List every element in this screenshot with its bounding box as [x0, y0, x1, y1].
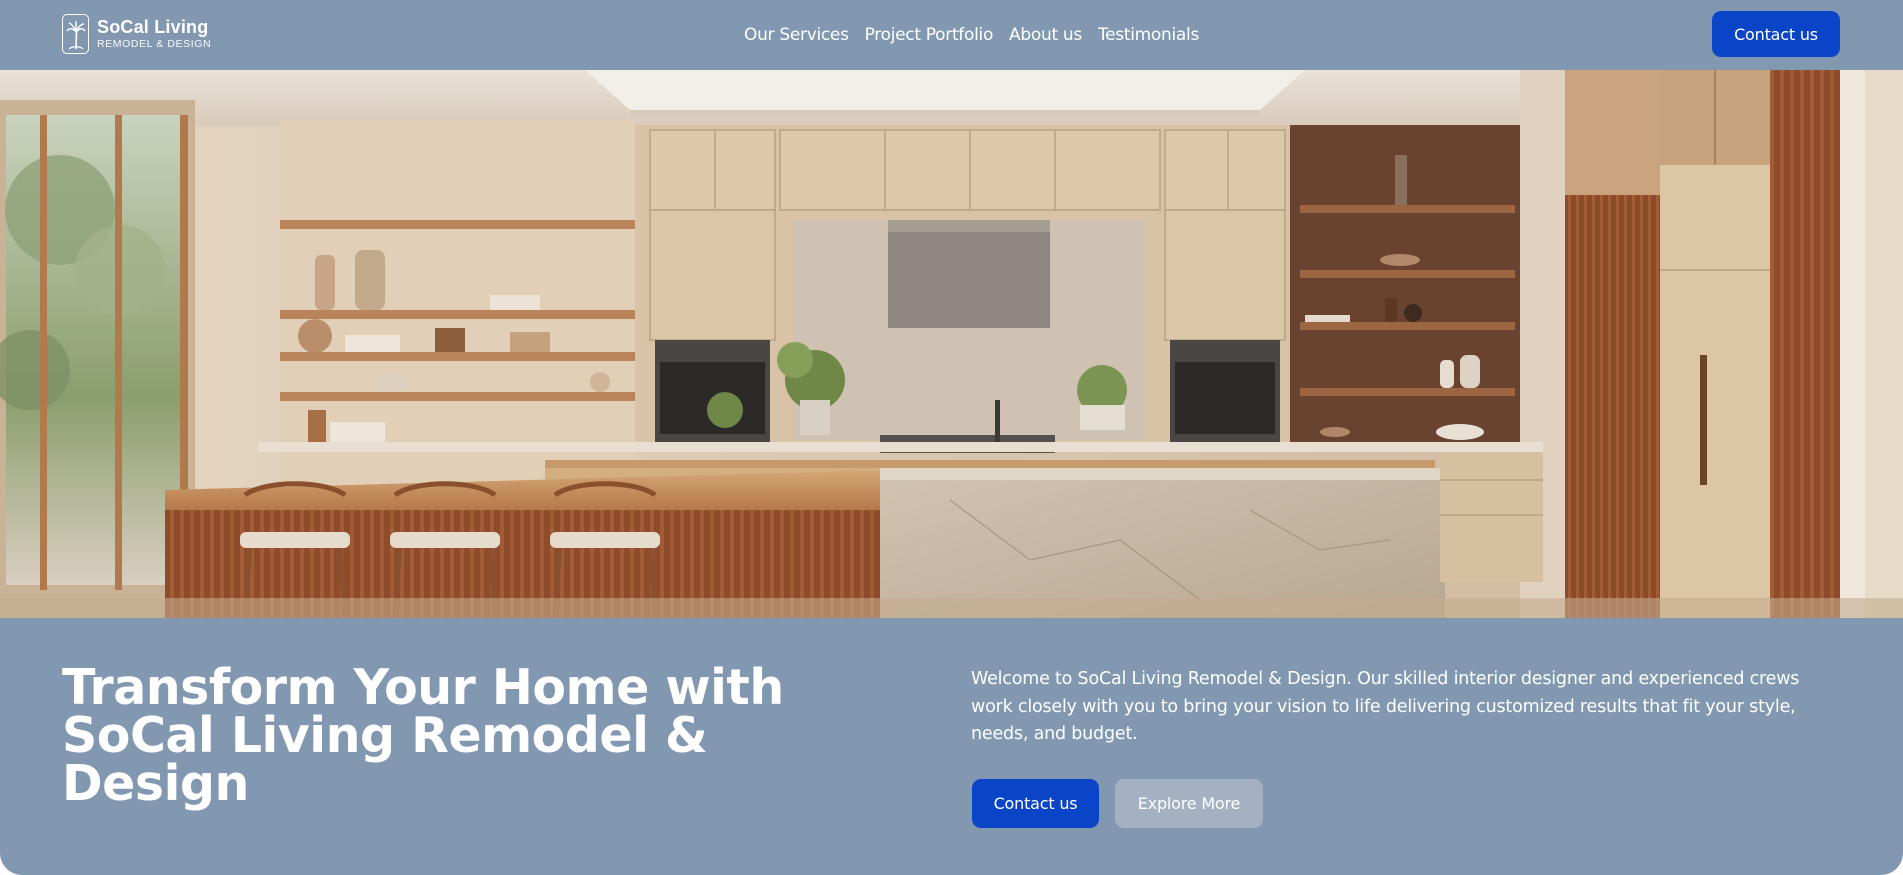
nav-link-project-portfolio[interactable]: Project Portfolio	[865, 25, 994, 45]
explore-more-button[interactable]: Explore More	[1115, 779, 1263, 828]
brand-logo[interactable]: SoCal Living REMODEL & DESIGN	[62, 14, 211, 54]
hero-kitchen-image	[0, 70, 1903, 618]
site-header: SoCal Living REMODEL & DESIGN Our Servic…	[0, 0, 1903, 70]
main-nav: Our Services Project Portfolio About us …	[744, 0, 1199, 70]
brand-tagline: REMODEL & DESIGN	[97, 38, 212, 51]
hero-headline: Transform Your Home with SoCal Living Re…	[62, 659, 784, 812]
nav-link-testimonials[interactable]: Testimonials	[1098, 25, 1199, 45]
hero-cta-group: Contact us Explore More	[972, 779, 1263, 828]
brand-name: SoCal Living	[97, 17, 209, 38]
page: SoCal Living REMODEL & DESIGN Our Servic…	[0, 0, 1903, 875]
palm-tree-icon	[62, 14, 89, 54]
brand-text: SoCal Living REMODEL & DESIGN	[97, 18, 211, 50]
nav-link-about-us[interactable]: About us	[1009, 25, 1082, 45]
header-contact-button[interactable]: Contact us	[1712, 11, 1840, 57]
contact-us-button[interactable]: Contact us	[972, 779, 1099, 828]
hero-intro-text: Welcome to SoCal Living Remodel & Design…	[971, 669, 1800, 744]
nav-link-our-services[interactable]: Our Services	[744, 25, 849, 45]
